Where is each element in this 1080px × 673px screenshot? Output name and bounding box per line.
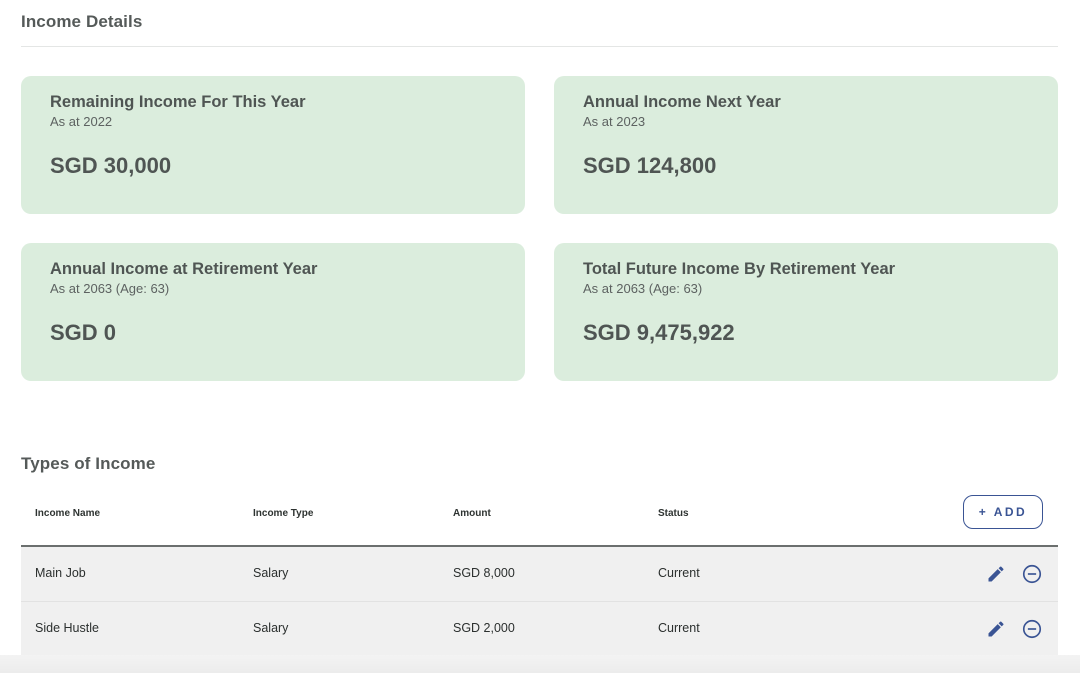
column-header-amount: Amount [453,508,491,519]
card-value: SGD 30,000 [50,153,172,178]
card-title: Remaining Income For This Year [50,93,306,111]
card-subtitle: As at 2022 [50,114,113,129]
income-type-cell: Salary [253,621,289,635]
status-cell: Current [658,621,700,635]
amount-cell: SGD 8,000 [453,566,515,580]
divider [21,46,1058,47]
income-page: Income Details Remaining Income For This… [0,0,1080,673]
card-value: SGD 124,800 [583,153,717,178]
table-row: Main Job Salary SGD 8,000 Current [21,547,1058,602]
retirement-year-income-card: Annual Income at Retirement Year As at 2… [21,243,525,381]
card-title: Annual Income Next Year [583,93,781,111]
income-table: Income Name Income Type Amount Status + … [21,488,1058,657]
annual-income-next-year-card: Annual Income Next Year As at 2023 SGD 1… [554,76,1058,214]
column-header-income-name: Income Name [35,508,101,519]
income-name-cell: Main Job [35,566,86,580]
pencil-icon[interactable] [984,617,1008,641]
add-income-button[interactable]: + ADD [963,495,1043,529]
income-type-cell: Salary [253,566,289,580]
pencil-icon[interactable] [984,562,1008,586]
types-of-income-title: Types of Income [21,454,156,473]
card-value: SGD 0 [50,320,117,345]
column-header-income-type: Income Type [253,508,314,519]
minus-circle-icon[interactable] [1020,562,1044,586]
table-row: Side Hustle Salary SGD 2,000 Current [21,602,1058,657]
card-title: Annual Income at Retirement Year [50,260,318,278]
card-subtitle: As at 2063 (Age: 63) [50,281,170,296]
income-name-cell: Side Hustle [35,621,99,635]
status-cell: Current [658,566,700,580]
column-header-status: Status [658,508,689,519]
card-subtitle: As at 2063 (Age: 63) [583,281,703,296]
total-future-income-card: Total Future Income By Retirement Year A… [554,243,1058,381]
card-subtitle: As at 2023 [583,114,646,129]
card-title: Total Future Income By Retirement Year [583,260,896,278]
amount-cell: SGD 2,000 [453,621,515,635]
minus-circle-icon[interactable] [1020,617,1044,641]
card-value: SGD 9,475,922 [583,320,735,345]
bottom-fade [0,655,1080,673]
income-details-title: Income Details [21,12,143,31]
remaining-income-card: Remaining Income For This Year As at 202… [21,76,525,214]
table-header: Income Name Income Type Amount Status + … [21,488,1058,547]
